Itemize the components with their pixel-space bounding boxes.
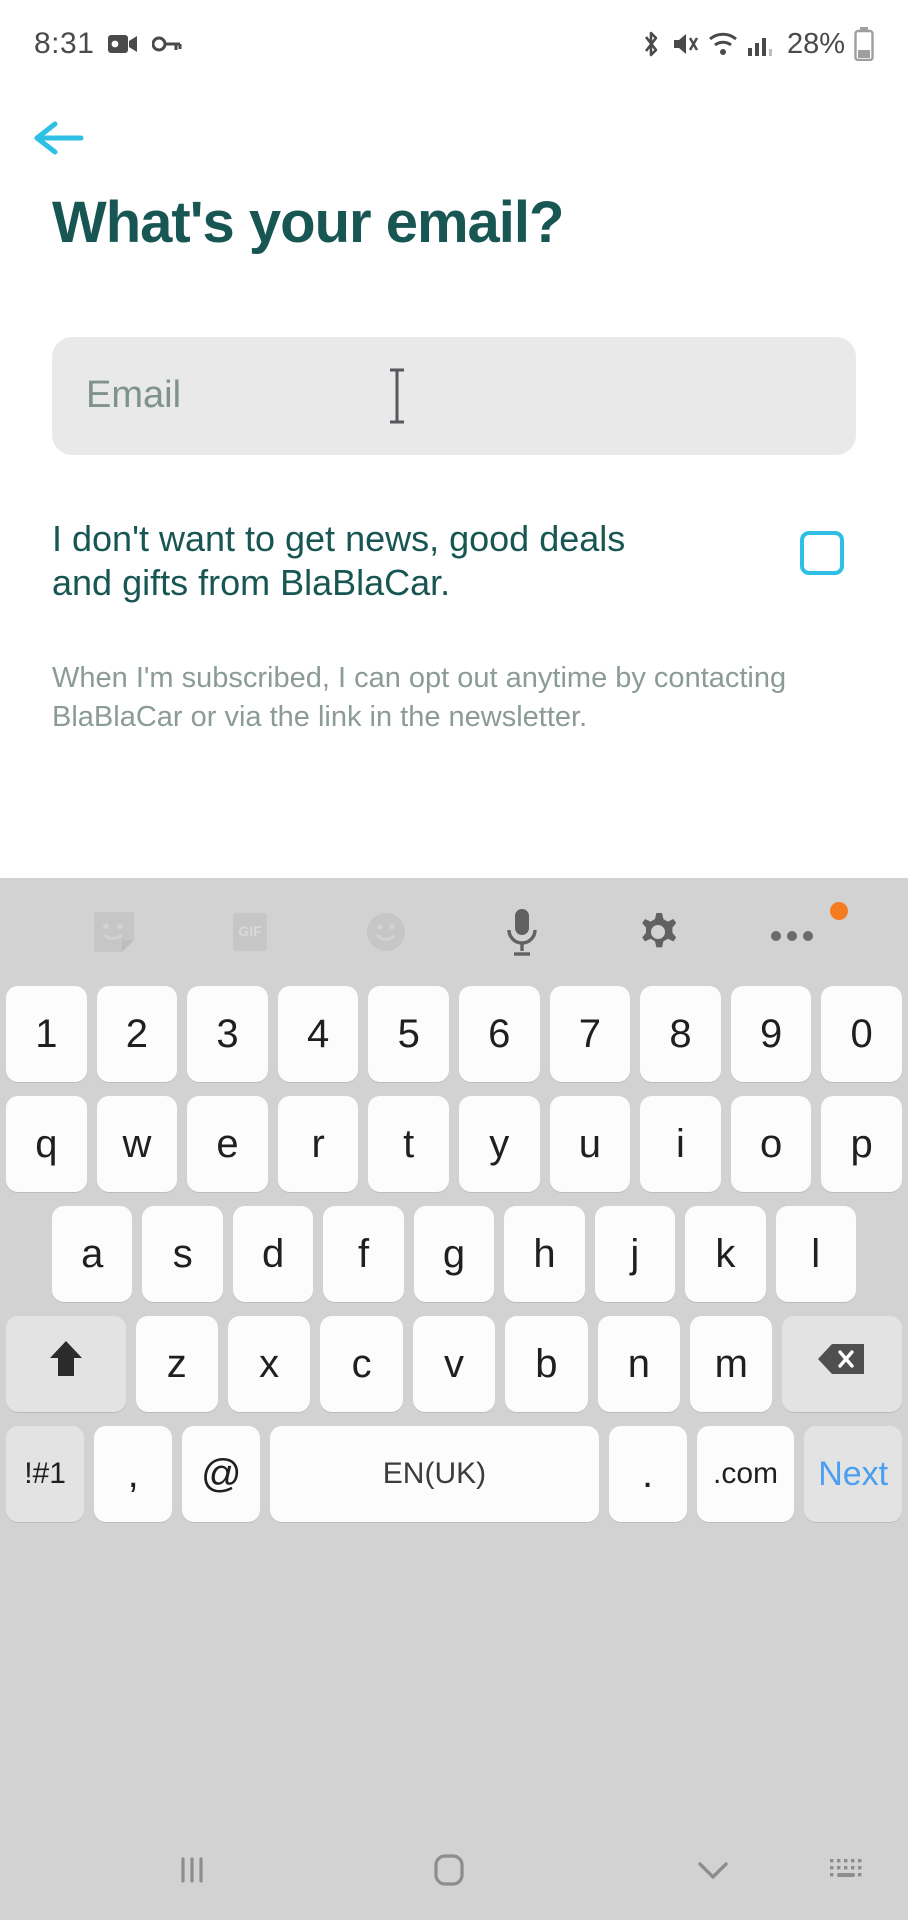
key-m[interactable]: m (690, 1316, 773, 1412)
status-bar-left: 8:31 (34, 27, 182, 61)
key-d[interactable]: d (232, 1206, 314, 1302)
gear-icon[interactable] (590, 878, 726, 986)
notification-badge (830, 902, 848, 920)
home-button[interactable] (425, 1846, 473, 1899)
key-c[interactable]: c (320, 1316, 403, 1412)
newsletter-helper-text: When I'm subscribed, I can opt out anyti… (52, 661, 787, 733)
key-j[interactable]: j (594, 1206, 676, 1302)
key-5[interactable]: 5 (368, 986, 449, 1082)
svg-text:GIF: GIF (238, 923, 262, 939)
vibrate-mute-icon (671, 29, 699, 59)
recents-icon (170, 1848, 214, 1897)
key-t[interactable]: t (368, 1096, 449, 1192)
key-7[interactable]: 7 (549, 986, 631, 1082)
back-button[interactable] (22, 104, 94, 176)
space-key[interactable]: EN(UK) (270, 1426, 599, 1522)
backspace-icon (816, 1340, 868, 1388)
video-camera-icon (108, 32, 138, 56)
key-4[interactable]: 4 (277, 986, 359, 1082)
next-action-key[interactable]: Next (804, 1426, 902, 1522)
key-3[interactable]: 3 (187, 986, 268, 1082)
key-1[interactable]: 1 (6, 986, 87, 1082)
gif-icon[interactable]: GIF (182, 878, 318, 986)
newsletter-optout-row[interactable]: I don't want to get news, good deals and… (52, 517, 856, 605)
keyboard-toolbar: GIF (0, 878, 908, 986)
key-s[interactable]: s (142, 1206, 223, 1302)
app-bar (0, 98, 908, 182)
shift-arrow-icon (44, 1336, 88, 1392)
keyboard-row-numbers: 1 2 3 4 5 6 7 8 9 0 (6, 986, 902, 1082)
key-r[interactable]: r (277, 1096, 359, 1192)
key-v[interactable]: v (412, 1316, 496, 1412)
sticker-icon[interactable] (46, 878, 182, 986)
system-navigation-bar (0, 1824, 908, 1920)
key-6[interactable]: 6 (459, 986, 540, 1082)
battery-percent-label: 28% (786, 27, 845, 60)
key-z[interactable]: z (135, 1316, 218, 1412)
key-y[interactable]: y (459, 1096, 540, 1192)
key-2[interactable]: 2 (96, 986, 178, 1082)
recents-button[interactable] (170, 1848, 214, 1897)
backspace-key[interactable] (782, 1316, 902, 1412)
key-i[interactable]: i (640, 1096, 721, 1192)
period-key[interactable]: . (608, 1426, 687, 1522)
key-g[interactable]: g (413, 1206, 495, 1302)
key-a[interactable]: a (52, 1206, 133, 1302)
on-screen-keyboard: GIF 1 2 3 4 5 6 7 8 9 0 q w e r t y u i … (0, 878, 908, 1920)
key-h[interactable]: h (504, 1206, 585, 1302)
wifi-icon (708, 31, 738, 57)
keyboard-row-function: !#1 , @ EN(UK) . .com Next (6, 1426, 902, 1522)
keyboard-row-home: a s d f g h j k l (6, 1206, 902, 1302)
keyboard-row-qwerty: q w e r t y u i o p (6, 1096, 902, 1192)
keyboard-switch-button[interactable] (825, 1853, 869, 1892)
more-options-icon[interactable] (726, 878, 862, 986)
dismiss-keyboard-button[interactable] (690, 1853, 736, 1892)
battery-icon (854, 27, 874, 61)
newsletter-optout-checkbox[interactable] (800, 530, 844, 575)
key-w[interactable]: w (96, 1096, 178, 1192)
bluetooth-icon (640, 29, 662, 59)
dotcom-key[interactable]: .com (696, 1426, 795, 1522)
at-key[interactable]: @ (182, 1426, 261, 1522)
keyboard-switch-icon (825, 1853, 869, 1892)
key-9[interactable]: 9 (730, 986, 812, 1082)
email-field-wrapper (52, 336, 856, 455)
key-o[interactable]: o (730, 1096, 812, 1192)
key-q[interactable]: q (6, 1096, 87, 1192)
key-p[interactable]: p (821, 1096, 902, 1192)
status-bar-clock: 8:31 (34, 27, 95, 60)
home-icon (425, 1846, 473, 1899)
key-0[interactable]: 0 (821, 986, 902, 1082)
key-b[interactable]: b (505, 1316, 588, 1412)
key-f[interactable]: f (323, 1206, 404, 1302)
main-content: What's your email? I don't want to get n… (0, 190, 908, 737)
key-k[interactable]: k (685, 1206, 766, 1302)
phone-screen: 8:31 28% What's your email? Email I don'… (0, 0, 908, 1920)
key-n[interactable]: n (597, 1316, 681, 1412)
keyboard-rows: 1 2 3 4 5 6 7 8 9 0 q w e r t y u i o p … (0, 986, 908, 1522)
page-title: What's your email? (52, 190, 564, 255)
key-8[interactable]: 8 (640, 986, 721, 1082)
newsletter-optout-label: I don't want to get news, good deals and… (52, 517, 626, 603)
symbols-key[interactable]: !#1 (6, 1426, 85, 1522)
microphone-icon[interactable] (454, 878, 590, 986)
key-icon (152, 34, 182, 54)
chevron-down-icon (690, 1853, 736, 1892)
key-u[interactable]: u (549, 1096, 631, 1192)
cellular-signal-icon (747, 31, 773, 57)
status-bar: 8:31 28% (0, 0, 908, 88)
key-e[interactable]: e (187, 1096, 268, 1192)
shift-key[interactable] (6, 1316, 126, 1412)
comma-key[interactable]: , (94, 1426, 173, 1522)
key-x[interactable]: x (227, 1316, 311, 1412)
status-bar-right: 28% (640, 27, 874, 61)
email-input[interactable] (52, 336, 856, 455)
key-l[interactable]: l (775, 1206, 856, 1302)
keyboard-row-bottom: z x c v b n m (6, 1316, 902, 1412)
back-arrow-icon (29, 116, 87, 165)
emoji-icon[interactable] (318, 878, 454, 986)
